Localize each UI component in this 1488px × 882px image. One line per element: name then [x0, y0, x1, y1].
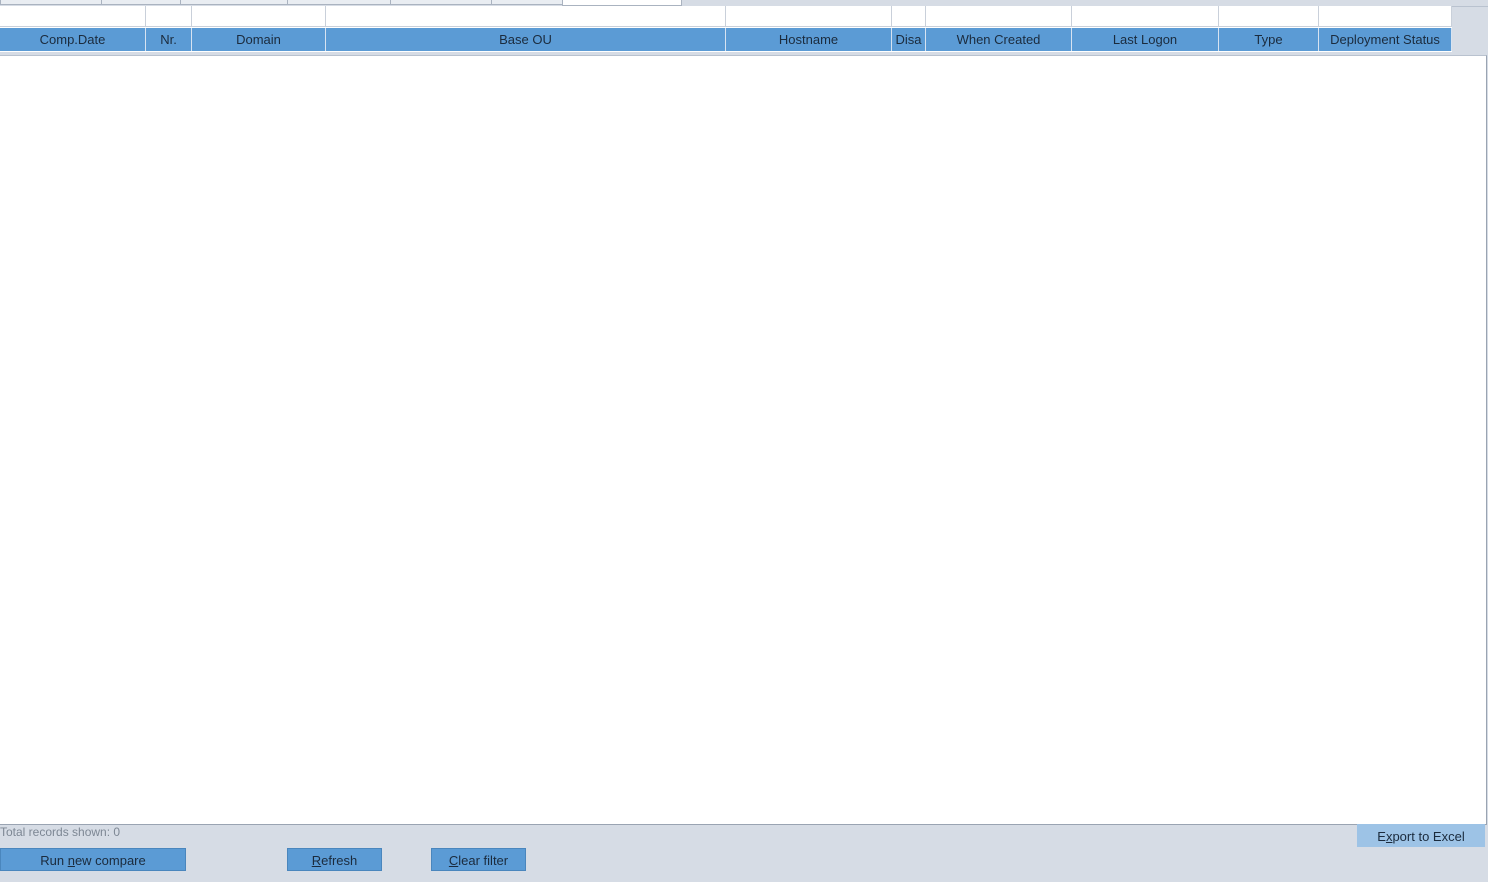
column-header-domain[interactable]: Domain — [192, 28, 326, 51]
refresh-label: Refresh — [311, 853, 358, 868]
export-to-excel-button[interactable]: Export to Excel — [1357, 824, 1485, 847]
tab-3[interactable] — [180, 0, 288, 5]
run-new-compare-button[interactable]: Run new compare — [0, 848, 186, 871]
column-header-base-ou[interactable]: Base OU — [326, 28, 726, 51]
filter-hostname[interactable] — [726, 6, 892, 27]
filter-when-created[interactable] — [926, 6, 1072, 27]
filter-disabled[interactable] — [892, 6, 926, 27]
results-list[interactable] — [0, 55, 1487, 825]
column-header-hostname[interactable]: Hostname — [726, 28, 892, 51]
column-header-nr[interactable]: Nr. — [146, 28, 192, 51]
grid-header-panel: Comp.Date Nr. Domain Base OU Hostname Di… — [0, 6, 1452, 52]
column-header-disabled[interactable]: Disa — [892, 28, 926, 51]
total-records-label: Total records shown: 0 — [0, 825, 121, 839]
column-header-type[interactable]: Type — [1219, 28, 1319, 51]
tab-4[interactable] — [287, 0, 391, 5]
refresh-button[interactable]: Refresh — [287, 848, 382, 871]
tab-2[interactable] — [101, 0, 181, 5]
filter-base-ou[interactable] — [326, 6, 726, 27]
run-new-compare-label: Run new compare — [40, 853, 146, 868]
filter-domain[interactable] — [192, 6, 326, 27]
filter-type[interactable] — [1219, 6, 1319, 27]
clear-filter-label: Clear filter — [448, 853, 509, 868]
filter-comp-date[interactable] — [0, 6, 146, 27]
column-header-row: Comp.Date Nr. Domain Base OU Hostname Di… — [0, 28, 1452, 51]
clear-filter-button[interactable]: Clear filter — [431, 848, 526, 871]
tab-5[interactable] — [390, 0, 492, 5]
tab-1[interactable] — [0, 0, 102, 5]
column-header-when-created[interactable]: When Created — [926, 28, 1072, 51]
filter-row — [0, 6, 1452, 27]
filter-last-logon[interactable] — [1072, 6, 1219, 27]
filter-nr[interactable] — [146, 6, 192, 27]
export-to-excel-label: Export to Excel — [1377, 829, 1465, 844]
column-header-comp-date[interactable]: Comp.Date — [0, 28, 146, 51]
column-header-deployment-status[interactable]: Deployment Status — [1319, 28, 1452, 51]
column-header-last-logon[interactable]: Last Logon — [1072, 28, 1219, 51]
filter-deployment-status[interactable] — [1319, 6, 1452, 27]
tab-6[interactable] — [491, 0, 563, 5]
